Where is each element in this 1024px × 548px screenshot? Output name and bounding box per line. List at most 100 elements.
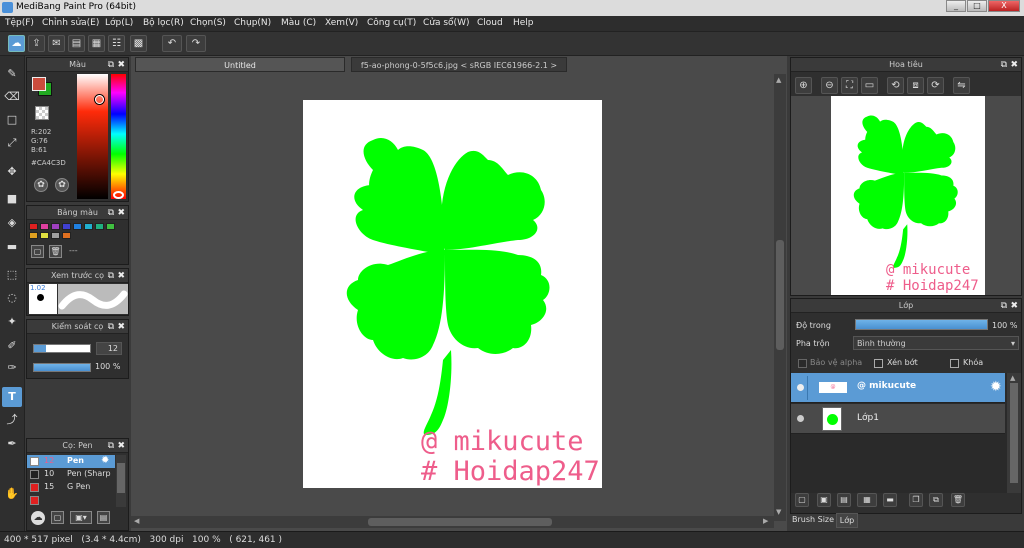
rectangle-tool-icon[interactable]: □ [2,110,22,130]
menu-color[interactable]: Màu (C) [281,18,316,28]
menu-snap[interactable]: Chụp(N) [234,18,271,28]
rotate-right-icon[interactable]: ⟳ [927,77,944,94]
horizontal-scrollbar[interactable]: ◀ ▶ [131,516,774,528]
menu-layer[interactable]: Lớp(L) [105,18,133,28]
add-brush-icon[interactable]: ▢ [51,511,64,524]
lock-checkbox[interactable] [950,359,959,368]
color-swatch[interactable] [84,223,93,230]
layer-row-1[interactable]: Lớp1 [791,404,1005,434]
flip-icon[interactable]: ⇋ [953,77,970,94]
saturation-value-picker[interactable] [77,74,108,199]
tab-brush-size[interactable]: Brush Size [792,515,834,524]
add-layer-menu-icon[interactable]: ▦ [857,493,877,507]
tab-image[interactable]: f5-ao-phong-0-5f5c6.jpg < sRGB IEC61966-… [351,57,567,72]
menu-window[interactable]: Cửa sổ(W) [423,18,469,28]
close-icon[interactable]: ✖ [117,58,125,72]
rotate-left-icon[interactable]: ⟲ [887,77,904,94]
drawing-canvas[interactable]: @ mikucute # Hoidap247 [303,100,602,488]
new-folder-icon[interactable]: ▬ [883,493,897,507]
brush-settings-icon[interactable]: ▤ [97,511,110,524]
vertical-scrollbar[interactable]: ▲ ▼ [774,74,786,521]
fill-rect-tool-icon[interactable]: ■ [2,189,22,209]
brush-opacity-slider[interactable] [33,363,91,372]
swatch-set-name[interactable]: --- [69,246,78,255]
page-icon[interactable]: ▦ [88,35,105,52]
scroll-right-icon[interactable]: ▶ [763,517,768,525]
divide-tool-icon[interactable]: ⤴ [2,410,22,430]
tab-untitled[interactable]: Untitled [135,57,345,72]
comment-icon[interactable]: ✉ [48,35,65,52]
layer-name[interactable]: @ mikucute [857,381,916,391]
popout-icon[interactable]: ⧉ [108,439,114,453]
actual-size-icon[interactable]: ▭ [861,77,878,94]
hand-tool-icon[interactable]: ✋ [2,484,22,504]
close-icon[interactable]: ✖ [117,439,125,453]
popout-icon[interactable]: ⧉ [108,269,114,283]
new-8bit-layer-icon[interactable]: ▤ [837,493,851,507]
color-swatch[interactable] [62,223,71,230]
menu-help[interactable]: Help [513,18,534,28]
color-picker-cursor[interactable] [95,95,104,104]
color-swatch[interactable] [51,232,60,239]
layer-name[interactable]: Lớp1 [857,413,879,423]
brush-list-item[interactable] [27,494,115,507]
gradient-tool-icon[interactable]: ▬ [2,237,22,257]
color-swatch[interactable] [40,232,49,239]
navigator-preview[interactable]: @ mikucute # Hoidap247 [791,96,1021,295]
new-halftone-layer-icon[interactable]: ▣ [817,493,831,507]
transparent-color-swatch[interactable] [35,106,49,120]
palette-settings-icon[interactable]: ✿ [55,178,69,192]
delete-layer-icon[interactable]: 🗑 [951,493,965,507]
horizontal-scroll-thumb[interactable] [368,518,552,526]
menu-view[interactable]: Xem(V) [325,18,358,28]
foreground-color-swatch[interactable] [32,77,46,91]
color-swatch[interactable] [73,223,82,230]
share-icon[interactable]: ⇪ [28,35,45,52]
palette-icon[interactable]: ✿ [34,178,48,192]
color-swatch[interactable] [106,223,115,230]
layer-row-text[interactable]: @ mikucute @ mikucute ✹ [791,373,1005,403]
eraser-tool-icon[interactable]: ⌫ [2,87,22,107]
duplicate-icon[interactable]: ❐ [909,493,923,507]
visibility-icon[interactable] [797,415,804,422]
hue-slider[interactable] [111,74,126,199]
minimize-button[interactable]: _ [946,0,966,12]
color-swatch[interactable] [29,232,38,239]
scroll-down-icon[interactable]: ▼ [776,508,781,516]
brush-tool-icon[interactable]: ✎ [2,64,22,84]
dot-tool-icon[interactable]: ⤢ [2,133,22,153]
lasso-tool-icon[interactable]: ◌ [2,288,22,308]
merge-icon[interactable]: ⧉ [929,493,943,507]
cloud-icon[interactable]: ☁ [8,35,25,52]
layer-opacity-slider[interactable] [855,319,988,330]
navigator-thumbnail[interactable]: @ mikucute # Hoidap247 [831,96,985,295]
scroll-up-icon[interactable]: ▲ [1010,374,1015,382]
brush-list-scroll-thumb[interactable] [117,463,125,493]
close-icon[interactable]: ✖ [117,320,125,334]
document-icon[interactable]: ▤ [68,35,85,52]
color-swatch[interactable] [29,223,38,230]
popout-icon[interactable]: ⧉ [1001,58,1007,72]
clipping-checkbox[interactable] [874,359,883,368]
close-icon[interactable]: ✖ [1010,58,1018,72]
bucket-tool-icon[interactable]: ◈ [2,213,22,233]
menu-file[interactable]: Tệp(F) [5,18,34,28]
vertical-scroll-thumb[interactable] [776,240,784,350]
brush-menu-icon[interactable]: ▣▾ [70,511,92,524]
menu-filter[interactable]: Bộ lọc(R) [143,18,184,28]
magic-wand-tool-icon[interactable]: ✦ [2,312,22,332]
brush-list-item[interactable]: 12 Pen ✹ [27,455,115,468]
zoom-out-icon[interactable]: ⊖ [821,77,838,94]
undo-icon[interactable]: ↶ [162,35,182,52]
cloud-brush-icon[interactable]: ☁ [31,511,45,525]
color-swatch[interactable] [40,223,49,230]
fit-window-icon[interactable]: ⧈ [907,77,924,94]
color-swatch[interactable] [51,223,60,230]
scroll-up-icon[interactable]: ▲ [776,76,781,84]
grid-icon[interactable]: ▩ [130,35,147,52]
layer-list-scrollbar[interactable]: ▲ [1007,373,1021,493]
brush-list-item[interactable]: 10 Pen (Sharp [27,468,115,481]
brush-size-input[interactable]: 12 [96,342,122,355]
redo-icon[interactable]: ↷ [186,35,206,52]
select-pen-tool-icon[interactable]: ✐ [2,336,22,356]
